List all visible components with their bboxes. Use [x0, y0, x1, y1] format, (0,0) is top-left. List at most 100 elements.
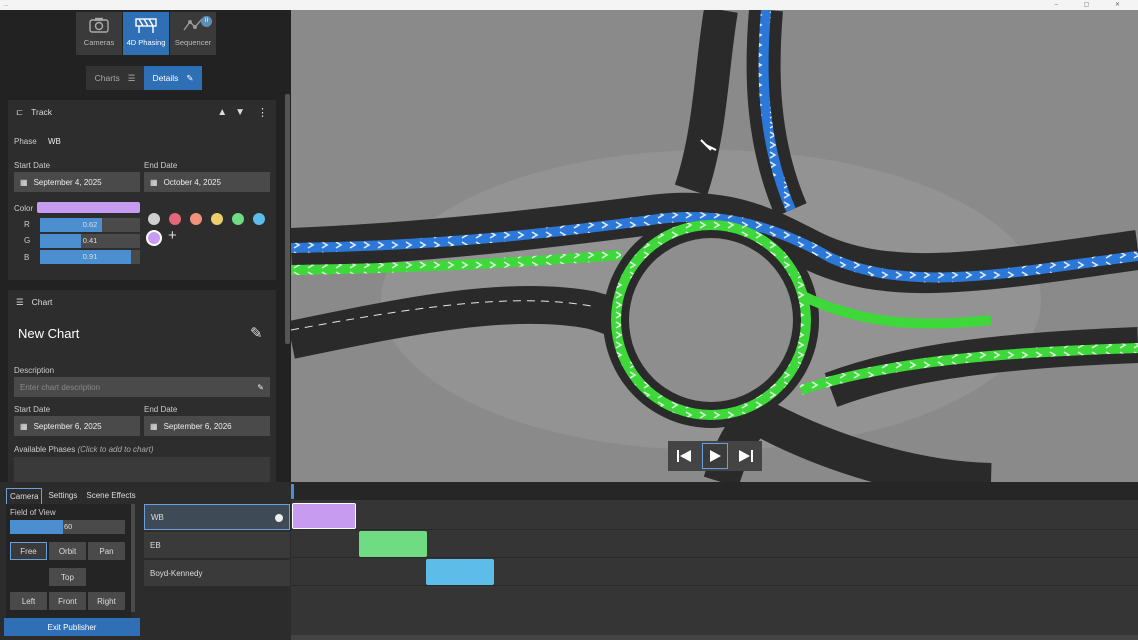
chart-end-field[interactable]: ▦ September 6, 2026 — [144, 416, 270, 436]
track-row-eb[interactable]: EB — [144, 532, 290, 558]
color-swatch[interactable] — [148, 213, 160, 225]
mode-4d-phasing[interactable]: 4D Phasing — [123, 12, 169, 55]
phase-label: Phase — [14, 137, 37, 146]
sequencer-badge: II — [201, 16, 212, 27]
tab-scene-effects[interactable]: Scene Effects — [83, 488, 138, 505]
camera-icon — [76, 12, 122, 38]
3d-viewport[interactable] — [291, 10, 1138, 482]
calendar-icon: ▦ — [20, 177, 28, 187]
g-label: G — [24, 236, 31, 245]
edit-chart-name-icon[interactable]: ✎ — [250, 324, 263, 342]
chart-header: ☰ Chart — [8, 290, 276, 314]
chart-start-label: Start Date — [14, 405, 51, 414]
fov-value: 60 — [64, 522, 73, 531]
skip-forward-button[interactable] — [733, 443, 759, 469]
pan-camera-button[interactable]: Pan — [88, 542, 125, 560]
timeline-lane — [291, 502, 1138, 530]
window-titlebar: ... – ▢ ✕ — [0, 0, 1138, 10]
end-date-field[interactable]: ▦ October 4, 2025 — [144, 172, 270, 192]
available-phases-label: Available Phases (Click to add to chart) — [14, 445, 154, 454]
b-slider[interactable]: 0.91 — [40, 250, 140, 264]
calendar-icon: ▦ — [150, 177, 158, 187]
timeline-ruler[interactable] — [291, 482, 1138, 500]
subtabs: Charts ☰ Details ✎ — [86, 66, 202, 90]
available-phases-box[interactable] — [14, 457, 270, 482]
color-swatch[interactable] — [232, 213, 244, 225]
b-value: 0.91 — [82, 252, 98, 261]
start-date-field[interactable]: ▦ September 4, 2025 — [14, 172, 140, 192]
mode-sequencer[interactable]: II Sequencer — [170, 12, 216, 55]
skip-back-icon — [676, 450, 691, 462]
left-view-button[interactable]: Left — [10, 592, 47, 610]
bottom-panel: Camera Settings Scene Effects Field of V… — [0, 482, 1138, 640]
end-date-value: October 4, 2025 — [163, 177, 221, 187]
track-row-boyd-kennedy[interactable]: Boyd-Kennedy — [144, 560, 290, 586]
tab-details-label: Details — [152, 73, 179, 83]
track-title: Track — [31, 107, 53, 117]
tab-settings[interactable]: Settings — [45, 488, 80, 505]
chart-title: Chart — [31, 297, 53, 307]
chart-name: New Chart — [18, 326, 80, 341]
b-label: B — [24, 253, 30, 262]
chart-icon: ☰ — [16, 296, 24, 307]
playback-controls — [668, 441, 762, 471]
color-swatch[interactable] — [253, 213, 265, 225]
chart-start-field[interactable]: ▦ September 6, 2025 — [14, 416, 140, 436]
skip-back-button[interactable] — [671, 443, 697, 469]
track-row-wb[interactable]: WB — [144, 504, 290, 530]
g-slider[interactable]: 0.41 — [40, 234, 140, 248]
phase-value: WB — [48, 137, 61, 146]
more-options-icon[interactable]: ⋮ — [257, 106, 268, 119]
color-swatch[interactable] — [211, 213, 223, 225]
pencil-icon: ✎ — [186, 72, 194, 83]
timeline-bar-eb[interactable] — [359, 531, 427, 557]
tab-camera[interactable]: Camera — [6, 488, 43, 505]
pencil-icon: ✎ — [257, 382, 264, 392]
play-button[interactable] — [701, 443, 728, 469]
right-view-button[interactable]: Right — [88, 592, 125, 610]
track-icon: ⊏ — [16, 106, 24, 117]
front-view-button[interactable]: Front — [49, 592, 86, 610]
color-preview[interactable] — [37, 202, 140, 213]
fov-label: Field of View — [10, 508, 56, 517]
track-row-label: EB — [150, 540, 161, 550]
tab-details[interactable]: Details ✎ — [144, 66, 202, 90]
r-label: R — [24, 220, 30, 229]
orbit-camera-button[interactable]: Orbit — [49, 542, 86, 560]
chart-end-label: End Date — [144, 405, 178, 414]
end-date-label: End Date — [144, 161, 178, 170]
roadblock-icon — [123, 12, 169, 38]
mode-cameras-label: Cameras — [83, 38, 115, 47]
track-row-label: Boyd-Kennedy — [150, 568, 203, 578]
color-swatch[interactable] — [169, 213, 181, 225]
timeline-scrollbar[interactable] — [291, 635, 1138, 640]
add-color-icon[interactable]: + — [168, 227, 177, 244]
timeline[interactable] — [291, 482, 1138, 640]
description-placeholder: Enter chart description — [20, 382, 101, 392]
move-up-icon[interactable]: ▲ — [217, 107, 227, 118]
window-controls[interactable]: – ▢ ✕ — [1055, 0, 1132, 10]
roundabout-scene — [291, 10, 1138, 482]
left-panel: Cameras 4D Phasing II Sequencer Charts ☰… — [0, 10, 291, 482]
fov-slider[interactable]: 60 — [10, 520, 125, 534]
tab-charts[interactable]: Charts ☰ — [86, 66, 144, 90]
timeline-bar-wb[interactable] — [292, 503, 356, 529]
r-slider[interactable]: 0.62 — [40, 218, 140, 232]
camera-panel-scrollbar[interactable] — [131, 504, 135, 612]
mode-4d-phasing-label: 4D Phasing — [126, 38, 166, 47]
playhead[interactable] — [291, 484, 294, 499]
left-panel-scrollbar[interactable] — [285, 94, 290, 344]
available-phases-text: Available Phases — [14, 445, 76, 454]
bottom-tabs: Camera Settings Scene Effects — [6, 488, 139, 505]
mode-cameras[interactable]: Cameras — [76, 12, 122, 55]
top-view-button[interactable]: Top — [49, 568, 86, 586]
list-icon: ☰ — [127, 72, 136, 83]
exit-publisher-button[interactable]: Exit Publisher — [4, 618, 140, 636]
color-swatch[interactable] — [190, 213, 202, 225]
description-input[interactable]: Enter chart description ✎ — [14, 377, 270, 397]
move-down-icon[interactable]: ▼ — [235, 107, 245, 118]
r-value: 0.62 — [82, 220, 98, 229]
color-swatch[interactable] — [148, 232, 160, 244]
free-camera-button[interactable]: Free — [10, 542, 47, 560]
timeline-bar-boyd-kennedy[interactable] — [426, 559, 494, 585]
